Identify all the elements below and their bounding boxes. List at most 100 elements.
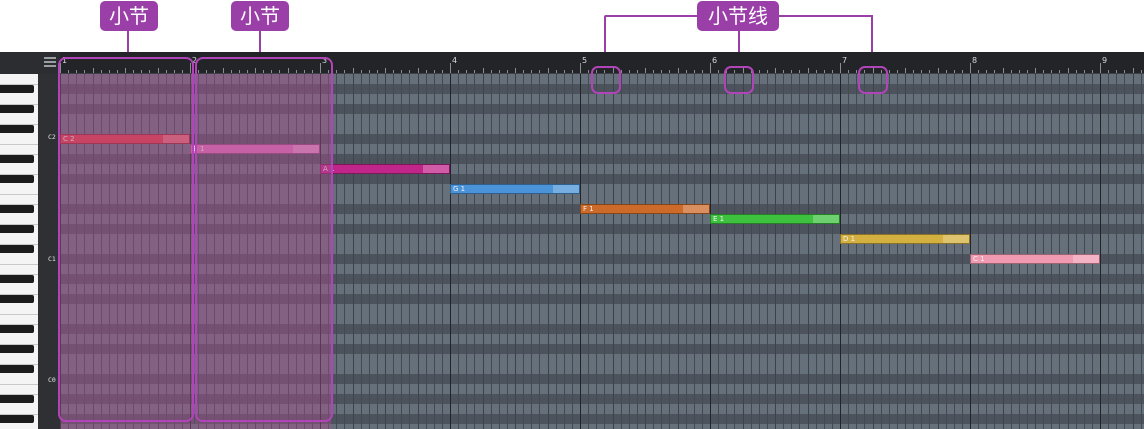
grid-line [523,74,524,429]
grid-line [539,74,540,429]
note-label: G 1 [453,184,466,193]
black-key[interactable] [0,245,34,253]
grid-line [613,74,614,429]
ruler-tick [507,70,508,73]
grid-line [929,74,930,429]
black-key[interactable] [0,155,34,163]
menu-icon[interactable] [44,57,56,67]
grid-line [856,74,857,429]
black-key[interactable] [0,125,34,133]
ruler-bar-number: 6 [712,56,718,65]
ruler-tick [629,70,630,73]
grid-line [1092,74,1093,429]
ruler-tick [897,70,898,73]
ruler-tick [661,70,662,73]
ruler-tick [905,68,906,73]
midi-note[interactable]: F 1 [580,204,710,214]
grid-line [954,74,955,429]
grid-line [905,74,906,429]
grid-line [718,74,719,429]
white-key-divider [0,264,38,265]
grid-line [653,74,654,429]
ruler-tick [1124,70,1125,73]
grid-line [799,74,800,429]
ruler-tick [702,70,703,73]
ruler-tick [385,68,386,73]
midi-note[interactable]: E 1 [710,214,840,224]
black-key[interactable] [0,345,34,353]
grid-line [458,74,459,429]
black-key[interactable] [0,175,34,183]
black-key[interactable] [0,225,34,233]
barline [580,74,581,429]
midi-note[interactable]: A 1 [320,164,450,174]
grid-line [832,74,833,429]
black-key[interactable] [0,395,34,403]
grid-line [864,74,865,429]
barline-highlight-2 [724,66,754,94]
grid-line [336,74,337,429]
barline [970,74,971,429]
grid-line [385,74,386,429]
ruler-tick [434,70,435,73]
ruler-tick [523,70,524,73]
grid-line [669,74,670,429]
ruler-tick [539,70,540,73]
ruler-tick [710,63,711,73]
grid-line [734,74,735,429]
grid-line [759,74,760,429]
black-key[interactable] [0,85,34,93]
ruler-tick [377,70,378,73]
grid-line [621,74,622,429]
black-key[interactable] [0,275,34,283]
black-key[interactable] [0,325,34,333]
grid-line [913,74,914,429]
grid-line [474,74,475,429]
black-key[interactable] [0,415,34,423]
grid-line [751,74,752,429]
grid-line [1108,74,1109,429]
ruler-tick [962,70,963,73]
grid-line [344,74,345,429]
ruler-tick [1027,70,1028,73]
grid-line [1027,74,1028,429]
grid-line [726,74,727,429]
grid-line [604,74,605,429]
grid-line [564,74,565,429]
white-key-divider [0,384,38,385]
ruler-tick [548,68,549,73]
grid-line [507,74,508,429]
ruler-tick [678,68,679,73]
ruler-tick [621,70,622,73]
grid-line [1043,74,1044,429]
grid-line [1051,74,1052,429]
ruler-tick [409,70,410,73]
midi-note[interactable]: C 1 [970,254,1100,264]
barline [840,74,841,429]
grid-line [629,74,630,429]
ruler-tick [653,70,654,73]
grid-line [483,74,484,429]
ruler-tick [393,70,394,73]
grid-line [1035,74,1036,429]
black-key[interactable] [0,295,34,303]
midi-note[interactable]: D 1 [840,234,970,244]
grid-line [442,74,443,429]
grid-line [596,74,597,429]
ruler-tick [418,68,419,73]
barline [450,74,451,429]
grid-line [1011,74,1012,429]
black-key[interactable] [0,205,34,213]
ruler-tick [361,70,362,73]
ruler-tick [499,70,500,73]
ruler-tick [938,68,939,73]
ruler-tick [1133,68,1134,73]
ruler-bar-number: 7 [842,56,848,65]
piano-keyboard[interactable] [0,74,38,429]
black-key[interactable] [0,365,34,373]
grid-line [1084,74,1085,429]
black-key[interactable] [0,105,34,113]
midi-note[interactable]: G 1 [450,184,580,194]
grid-line [645,74,646,429]
ruler-tick [1141,70,1142,73]
